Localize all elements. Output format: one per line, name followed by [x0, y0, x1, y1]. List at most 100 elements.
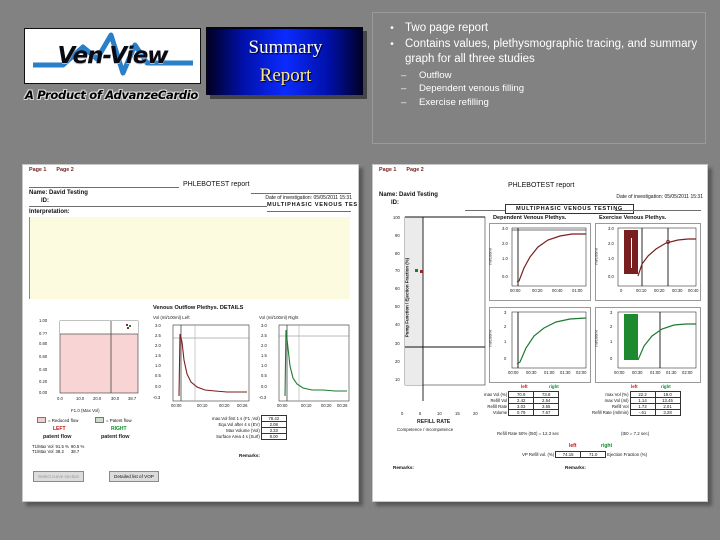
- select-curve-section-button[interactable]: Select curve section: [33, 471, 85, 482]
- ytick: -0.3: [259, 395, 267, 400]
- xtick: 00:20: [654, 288, 665, 293]
- table-row: Surface Area 4 s (Surf) 8.00: [211, 433, 287, 440]
- outflow-summary-chart: 1.00 0.?? 0.80 0.60 0.40 0.20 0.00 0.0 1…: [33, 315, 145, 407]
- sub-bullet-marker: –: [401, 83, 407, 95]
- table-row: Refill Rate 3.03 3.55: [483, 403, 560, 410]
- pump-chart-sublabel: Competence / Incompetence: [397, 427, 454, 432]
- xtick: 01:00: [572, 288, 583, 293]
- ytick: 90: [395, 233, 400, 238]
- outflow-ratio-table: T1/Max Vol 91.5 % 90.5 % T1/Max Vol 38.2…: [31, 444, 85, 454]
- xtick: 10: [437, 411, 442, 416]
- table-row: Equ.Vol after 4 s (EV) 2.08: [211, 421, 287, 428]
- xtick: 00:26: [337, 403, 348, 408]
- xtick: 00:30: [632, 370, 643, 375]
- ef-label-right: Ejection Fraction (%): [607, 452, 648, 457]
- pump-function-chart: 100 90 80 70 60 50 40 30 20 10: [377, 213, 489, 409]
- sub-bullet-marker: –: [401, 96, 407, 108]
- exercise-venous-chart: 3.0 2.0 1.0 0.0 0 00:10 00:20 00:30 00:4…: [594, 223, 701, 301]
- metric-label: max.Vol first 1 s (F1 ,Vol): [212, 416, 260, 421]
- table-row: VP Refill vol. (%) 74.15 71.0 Ejection F…: [521, 451, 648, 458]
- report-title: PHLEBOTEST report: [183, 181, 250, 188]
- interpretation-textarea[interactable]: [29, 217, 350, 299]
- trace-right-caption: Vol (ml/100ml) Right: [259, 315, 299, 320]
- ytick: 1: [504, 339, 507, 344]
- page-tabs[interactable]: Page 1 Page 2: [373, 165, 707, 173]
- xtick: 00:10: [301, 403, 312, 408]
- xtick: 0.0: [57, 396, 63, 401]
- dep-col-right: right: [549, 384, 559, 389]
- ytick: 1.0: [261, 363, 267, 368]
- ytick: 0.00: [39, 390, 48, 395]
- ytick: 2.0: [261, 343, 267, 348]
- ytick: -0.3: [153, 395, 161, 400]
- table-row: Volume 0.79 7.67: [483, 409, 560, 416]
- report-subtitle: MULTIPHASIC VENOUS TESTING: [505, 204, 634, 214]
- report-page-2-screenshot[interactable]: Page 1 Page 2 PHLEBOTEST report Name: Da…: [372, 164, 708, 502]
- ytick: 2.0: [155, 343, 161, 348]
- xtick: 00:40: [688, 288, 699, 293]
- ytick: 70: [395, 268, 400, 273]
- xtick: 0: [620, 288, 623, 293]
- dependent-values-table: max Vol (%) 70.9 73.8 Refill Vol 2.42 2.…: [483, 391, 560, 416]
- bullet-panel: • Two page report • Contains values, ple…: [372, 12, 706, 144]
- patient-id: ID:: [391, 200, 399, 206]
- detailed-list-vop-button[interactable]: Detailed list of VOP: [109, 471, 159, 482]
- legend-swatch-patent: [95, 417, 104, 423]
- xtick: 00:20: [321, 403, 332, 408]
- ytick: 0.60: [39, 354, 48, 359]
- sub-bullet-item: – Dependent venous filling: [379, 82, 699, 96]
- plaque-line-1: Summary: [248, 37, 323, 59]
- xtick: 01:30: [666, 370, 677, 375]
- ytick: 40: [395, 322, 400, 327]
- ytick: 0.40: [39, 367, 48, 372]
- ef-col-left: left: [569, 443, 577, 449]
- ytick: 3: [610, 310, 613, 315]
- bullet-item: • Contains values, plethysmographic trac…: [379, 37, 699, 67]
- outflow-trace-right-chart: 3.0 2.5 2.0 1.5 1.0 0.5 0.0 -0.3 00:00 0…: [257, 322, 353, 414]
- xtick: 00:00: [510, 288, 521, 293]
- exercise-values-table: max Vol (%) 22.2 19.0 max Vol (ml) 1.14 …: [591, 391, 681, 416]
- slide-root: Ven-View A Product of AdvanzeCardio Summ…: [0, 0, 720, 540]
- ytick: 2.5: [155, 333, 161, 338]
- ytick: 3.0: [502, 226, 508, 231]
- xtick: 00:00: [614, 370, 625, 375]
- ytick: 0: [504, 356, 507, 361]
- ytick: 10: [395, 377, 400, 382]
- remarks-label: Remarks:: [565, 465, 586, 470]
- summary-chart-xlabel: F1.0 (Max Vol): [71, 408, 100, 413]
- ytick: 3: [504, 310, 507, 315]
- xtick: 01:00: [544, 370, 555, 375]
- bullet-marker: •: [390, 23, 394, 34]
- row-label: Refill Rate: [487, 404, 508, 409]
- ytick: 3.0: [608, 226, 614, 231]
- ytick: 0: [610, 356, 613, 361]
- bullet-item: • Two page report: [379, 21, 699, 36]
- ytick: 1.0: [608, 256, 614, 261]
- bullet-text: Contains values, plethysmographic tracin…: [405, 38, 698, 66]
- metric-label: Surface Area 4 s (Surf): [216, 434, 260, 439]
- page-tabs[interactable]: Page 1 Page 2: [23, 165, 358, 173]
- row-label: T1/Max Vol: [32, 449, 54, 454]
- legend-label-patent: = Patent flow: [106, 417, 132, 423]
- ylabel: ml/100ml: [593, 330, 599, 347]
- xtick: 01:30: [560, 370, 571, 375]
- ylabel: ml/100ml: [487, 330, 493, 347]
- xtick: 20.0: [93, 396, 102, 401]
- pump-chart-xlabel: REFILL RATE: [417, 419, 451, 425]
- pump-chart-ylabel: Pump Function / Ejection Fraction (%): [404, 257, 410, 338]
- xtick: 00:30: [672, 288, 683, 293]
- ytick: 20: [395, 359, 400, 364]
- patient-id: ID:: [41, 198, 49, 204]
- plaque-line-2: Report: [259, 65, 312, 86]
- investigation-date: Date of investigation: 05/05/2011 15:31: [265, 195, 352, 201]
- ytick: 30: [395, 341, 400, 346]
- sub-bullet-text: Dependent venous filling: [419, 83, 525, 95]
- exercise-chart-title: Exercise Venous Plethys.: [599, 215, 667, 221]
- xtick: 00:20: [219, 403, 230, 408]
- row-left: 0.79: [508, 409, 535, 416]
- ytick: 2.0: [608, 241, 614, 246]
- bullet-text: Two page report: [405, 22, 489, 34]
- xtick: 00:40: [552, 288, 563, 293]
- report-page-1-screenshot[interactable]: Page 1 Page 2 PHLEBOTEST report Name: Da…: [22, 164, 359, 502]
- remarks-label-2: Remarks:: [393, 465, 414, 470]
